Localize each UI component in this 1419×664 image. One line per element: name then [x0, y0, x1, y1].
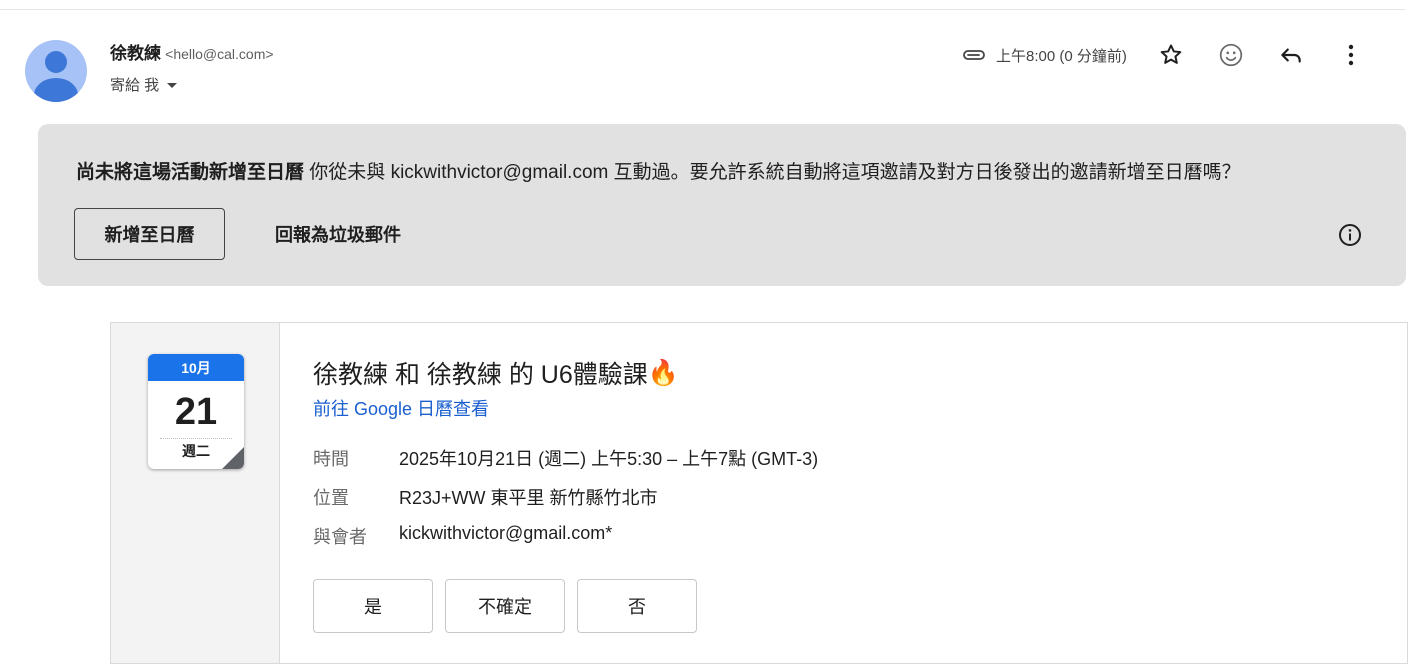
event-attendees-label: 與會者	[313, 527, 367, 547]
sender-line: 徐教練 <hello@cal.com>	[110, 43, 274, 66]
event-card: 10月 21 週二 徐教練 和 徐教練 的 U6體驗課 🔥 前往 Google 日…	[110, 322, 1408, 664]
avatar[interactable]	[25, 40, 87, 102]
calendar-day: 21	[174, 391, 218, 433]
calendar-page: 10月 21 週二	[148, 354, 244, 469]
rsvp-no-button[interactable]: 否	[577, 579, 697, 633]
fire-icon: 🔥	[647, 358, 679, 387]
more-vert-icon[interactable]	[1331, 40, 1371, 70]
top-divider	[0, 9, 1405, 10]
caret-down-icon[interactable]	[167, 83, 178, 88]
avatar-head	[45, 51, 67, 73]
recipient-details-toggle[interactable]: 寄給 我	[110, 74, 178, 95]
page-fold-corner	[222, 447, 244, 469]
calendar-month: 10月	[148, 354, 244, 381]
event-date-panel: 10月 21 週二	[111, 323, 280, 663]
banner-message-title: 尚未將這場活動新增至日曆	[76, 162, 305, 183]
calendar-divider	[160, 438, 232, 439]
sender-name[interactable]: 徐教練	[110, 44, 161, 63]
open-in-google-calendar-link[interactable]: 前往 Google 日曆查看	[313, 395, 489, 421]
event-title: 徐教練 和 徐教練 的 U6體驗課 🔥	[313, 355, 679, 391]
sender-email: <hello@cal.com>	[165, 46, 274, 62]
rsvp-yes-button[interactable]: 是	[313, 579, 433, 633]
report-spam-button[interactable]: 回報為垃圾郵件	[275, 208, 401, 260]
event-attendees-value: kickwithvictor@gmail.com*	[399, 523, 613, 543]
add-to-calendar-button[interactable]: 新增至日曆	[74, 208, 225, 260]
recipient-label: 寄給 我	[110, 77, 160, 94]
event-attendees-row: 與會者 kickwithvictor@gmail.com*	[313, 523, 612, 549]
banner-message: 尚未將這場活動新增至日曆 你從未與 kickwithvictor@gmail.c…	[76, 157, 1241, 184]
star-icon[interactable]	[1151, 40, 1191, 70]
info-icon[interactable]	[1338, 223, 1362, 247]
emoji-icon[interactable]	[1211, 40, 1251, 70]
event-location-label: 位置	[313, 488, 349, 508]
event-time-row: 時間 2025年10月21日 (週二) 上午5:30 – 上午7點 (GMT-3…	[313, 445, 818, 471]
event-location-row: 位置 R23J+WW 東平里 新竹縣竹北市	[313, 484, 658, 510]
calendar-notice-banner: 尚未將這場活動新增至日曆 你從未與 kickwithvictor@gmail.c…	[38, 124, 1406, 286]
calendar-date-icon: 10月 21 週二	[148, 354, 244, 469]
banner-message-body: 你從未與 kickwithvictor@gmail.com 互動過。要允許系統自…	[304, 162, 1241, 183]
event-time-value: 2025年10月21日 (週二) 上午5:30 – 上午7點 (GMT-3)	[399, 449, 819, 469]
reply-icon[interactable]	[1271, 40, 1311, 70]
event-location-value[interactable]: R23J+WW 東平里 新竹縣竹北市	[399, 484, 658, 510]
event-time-label: 時間	[313, 449, 349, 469]
avatar-body	[34, 78, 78, 102]
message-actions: 上午8:00 (0 分鐘前)	[960, 40, 1371, 70]
rsvp-maybe-button[interactable]: 不確定	[445, 579, 565, 633]
timestamp: 上午8:00 (0 分鐘前)	[996, 47, 1127, 65]
event-title-text: 徐教練 和 徐教練 的 U6體驗課	[313, 361, 648, 389]
paperclip-icon	[960, 41, 988, 69]
